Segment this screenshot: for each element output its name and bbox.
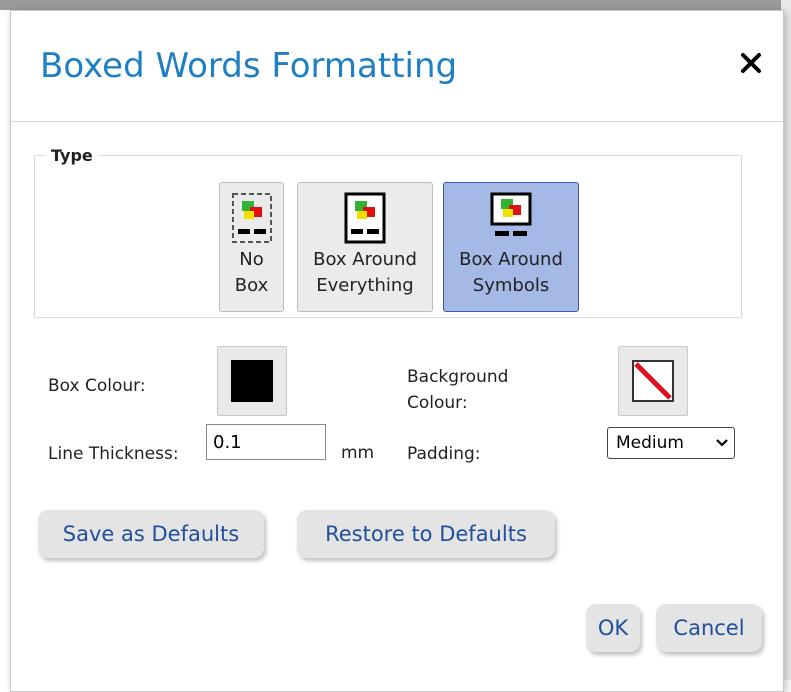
box-colour-button[interactable] [217, 346, 287, 416]
box-colour-swatch [231, 360, 273, 402]
type-box-around-everything-label: Box Around Everything [313, 249, 417, 296]
background-top [0, 0, 791, 10]
dialog-titlebar: Boxed Words Formatting [11, 11, 783, 122]
box-around-everything-icon [343, 191, 387, 251]
box-colour-label: Box Colour: [48, 376, 146, 396]
type-box-around-everything-button[interactable]: Box Around Everything [297, 182, 433, 312]
padding-label: Padding: [407, 444, 481, 464]
type-box-around-symbols-label: Box Around Symbols [459, 249, 563, 296]
no-box-icon [230, 191, 274, 251]
line-thickness-unit: mm [341, 443, 375, 463]
restore-to-defaults-button[interactable]: Restore to Defaults [297, 510, 555, 558]
line-thickness-label: Line Thickness: [48, 444, 179, 464]
padding-selected-value: Medium [616, 433, 684, 453]
cancel-button[interactable]: Cancel [656, 604, 762, 652]
type-box-around-symbols-button[interactable]: Box Around Symbols [443, 182, 579, 312]
type-no-box-label: No Box [234, 249, 269, 296]
background-colour-label: Background Colour: [407, 367, 509, 413]
chevron-down-icon [716, 428, 728, 470]
box-around-symbols-icon [487, 191, 535, 251]
close-icon[interactable] [739, 51, 767, 79]
type-no-box-button[interactable]: No Box [219, 182, 284, 312]
line-thickness-input[interactable] [206, 424, 326, 460]
no-colour-icon [632, 360, 674, 402]
ok-button[interactable]: OK [586, 604, 640, 652]
dialog-title: Boxed Words Formatting [40, 46, 458, 86]
padding-select[interactable]: Medium [607, 427, 735, 459]
background-colour-button[interactable] [618, 346, 688, 416]
save-as-defaults-button[interactable]: Save as Defaults [38, 510, 264, 558]
type-legend: Type [51, 146, 93, 165]
